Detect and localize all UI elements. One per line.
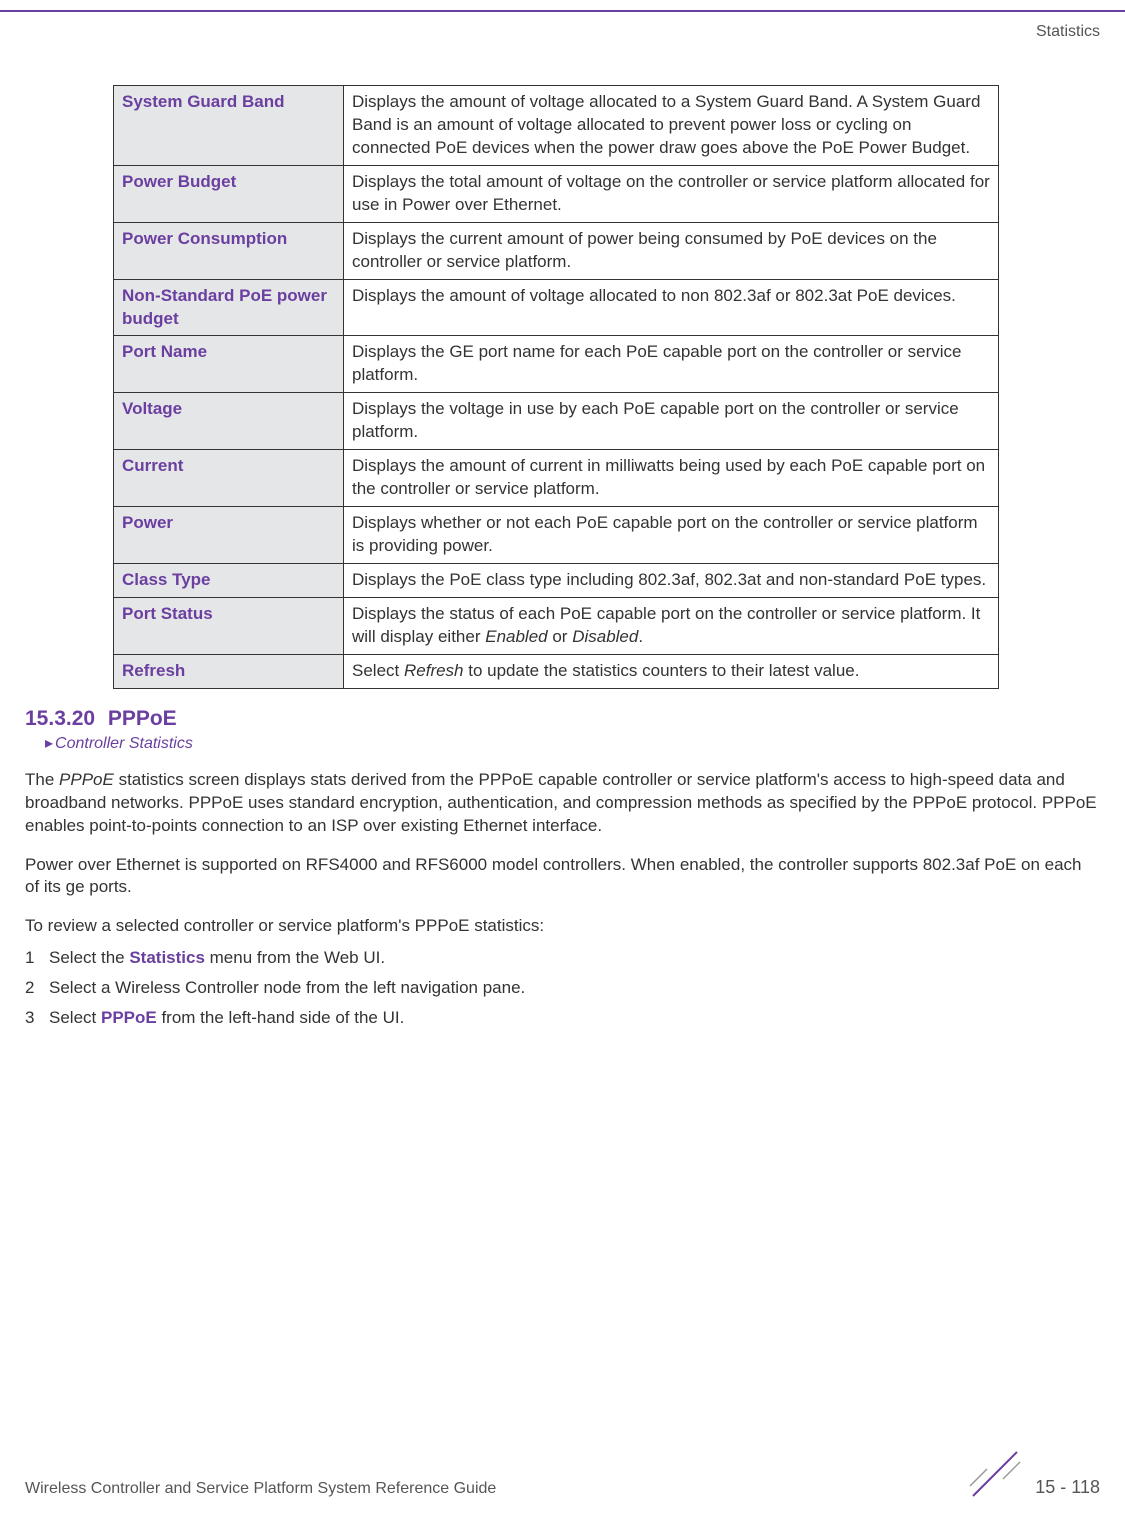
table-row-label: Refresh [114,654,344,688]
table-row-description: Select Refresh to update the statistics … [344,654,999,688]
table-row-description: Displays the GE port name for each PoE c… [344,336,999,393]
page-footer: Wireless Controller and Service Platform… [25,1477,1100,1498]
step-text: Select a Wireless Controller node from t… [49,978,525,998]
table-row: PowerDisplays whether or not each PoE ca… [114,507,999,564]
table-row-label: Power Budget [114,165,344,222]
table-row-label: Power Consumption [114,222,344,279]
list-item: 3Select PPPoE from the left-hand side of… [25,1008,1100,1028]
statistics-definition-table: System Guard BandDisplays the amount of … [113,85,999,689]
step-text: Select the Statistics menu from the Web … [49,948,385,968]
table-row: Non-Standard PoE power budgetDisplays th… [114,279,999,336]
table-row-description: Displays the amount of voltage allocated… [344,86,999,166]
step-text: Select PPPoE from the left-hand side of … [49,1008,404,1028]
footer-page-number: 15 - 118 [1035,1477,1100,1498]
table-row: Port StatusDisplays the status of each P… [114,597,999,654]
table-row: Class TypeDisplays the PoE class type in… [114,563,999,597]
table-row-description: Displays the PoE class type including 80… [344,563,999,597]
table-row: System Guard BandDisplays the amount of … [114,86,999,166]
header-divider [0,10,1125,12]
table-row-description: Displays the status of each PoE capable … [344,597,999,654]
table-row: Port NameDisplays the GE port name for e… [114,336,999,393]
table-row-description: Displays the amount of voltage allocated… [344,279,999,336]
list-item: 1Select the Statistics menu from the Web… [25,948,1100,968]
footer-guide-title: Wireless Controller and Service Platform… [25,1480,496,1498]
paragraph-1: The PPPoE statistics screen displays sta… [25,769,1100,838]
table-row: RefreshSelect Refresh to update the stat… [114,654,999,688]
paragraph-3: To review a selected controller or servi… [25,915,1100,938]
table-row-description: Displays the amount of current in milliw… [344,450,999,507]
table-row-description: Displays the total amount of voltage on … [344,165,999,222]
breadcrumb-arrow-icon: ▸ [45,733,53,753]
table-row-label: Power [114,507,344,564]
table-row-label: Port Name [114,336,344,393]
steps-list: 1Select the Statistics menu from the Web… [25,948,1100,1028]
table-row-label: Non-Standard PoE power budget [114,279,344,336]
page-content: System Guard BandDisplays the amount of … [0,0,1125,1028]
table-row-description: Displays the current amount of power bei… [344,222,999,279]
table-row: VoltageDisplays the voltage in use by ea… [114,393,999,450]
section-number: 15.3.20 [25,707,95,730]
list-item: 2Select a Wireless Controller node from … [25,978,1100,998]
section-heading: 15.3.20 PPPoE [25,707,1100,731]
table-row-description: Displays whether or not each PoE capable… [344,507,999,564]
table-row-label: Port Status [114,597,344,654]
step-number: 3 [25,1008,49,1028]
breadcrumb-text: Controller Statistics [55,735,193,752]
table-body: System Guard BandDisplays the amount of … [114,86,999,689]
section-title: PPPoE [108,707,177,730]
breadcrumb: ▸Controller Statistics [45,733,1100,753]
table-row: Power ConsumptionDisplays the current am… [114,222,999,279]
header-section-label: Statistics [1036,23,1100,41]
step-number: 1 [25,948,49,968]
table-row-label: Class Type [114,563,344,597]
paragraph-2: Power over Ethernet is supported on RFS4… [25,854,1100,900]
table-row-description: Displays the voltage in use by each PoE … [344,393,999,450]
table-row-label: Current [114,450,344,507]
table-row-label: Voltage [114,393,344,450]
table-row: Power BudgetDisplays the total amount of… [114,165,999,222]
table-row-label: System Guard Band [114,86,344,166]
table-row: CurrentDisplays the amount of current in… [114,450,999,507]
step-number: 2 [25,978,49,998]
